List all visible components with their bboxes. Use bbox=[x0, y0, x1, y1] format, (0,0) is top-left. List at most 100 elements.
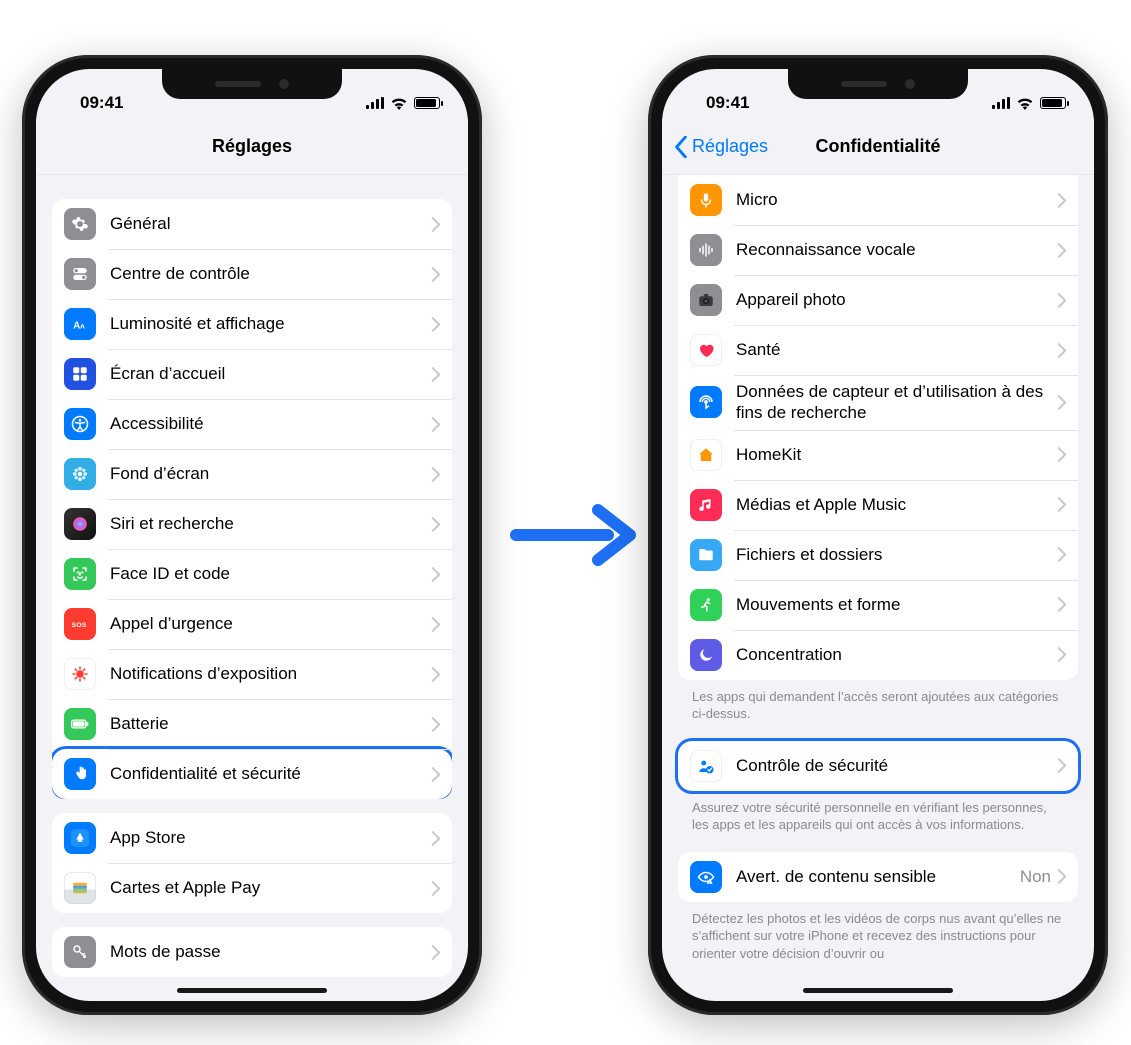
row-focus[interactable]: Concentration bbox=[678, 630, 1078, 680]
row-general[interactable]: Général bbox=[52, 199, 452, 249]
svg-text:!: ! bbox=[709, 880, 710, 884]
appstore-icon bbox=[64, 822, 96, 854]
row-label: Écran d’accueil bbox=[110, 363, 431, 384]
chevron-right-icon bbox=[431, 267, 440, 282]
row-label: Avert. de contenu sensible bbox=[736, 866, 1020, 887]
chevron-right-icon bbox=[1057, 293, 1066, 308]
chevron-right-icon bbox=[431, 567, 440, 582]
row-label: Appareil photo bbox=[736, 289, 1057, 310]
camera-icon bbox=[690, 284, 722, 316]
chevron-right-icon bbox=[1057, 547, 1066, 562]
row-music[interactable]: Médias et Apple Music bbox=[678, 480, 1078, 530]
row-label: Centre de contrôle bbox=[110, 263, 431, 284]
row-home-screen[interactable]: Écran d’accueil bbox=[52, 349, 452, 399]
row-label: Fichiers et dossiers bbox=[736, 544, 1057, 565]
navbar: Réglages Confidentialité bbox=[662, 119, 1094, 175]
row-accessibility[interactable]: Accessibilité bbox=[52, 399, 452, 449]
row-health[interactable]: Santé bbox=[678, 325, 1078, 375]
row-label: HomeKit bbox=[736, 444, 1057, 465]
row-passwords[interactable]: Mots de passe bbox=[52, 927, 452, 977]
row-battery[interactable]: Batterie bbox=[52, 699, 452, 749]
chevron-right-icon bbox=[1057, 758, 1066, 773]
row-sensitive[interactable]: !Avert. de contenu sensibleNon bbox=[678, 852, 1078, 902]
group-footer: Détectez les photos et les vidéos de cor… bbox=[678, 902, 1078, 967]
row-siri[interactable]: Siri et recherche bbox=[52, 499, 452, 549]
moon-icon bbox=[690, 639, 722, 671]
wallet-icon bbox=[64, 872, 96, 904]
row-label: Micro bbox=[736, 189, 1057, 210]
chevron-right-icon bbox=[431, 831, 440, 846]
settings-group: Mots de passe bbox=[52, 927, 452, 977]
row-label: Batterie bbox=[110, 713, 431, 734]
chevron-right-icon bbox=[431, 767, 440, 782]
back-button[interactable]: Réglages bbox=[674, 119, 768, 174]
wifi-icon bbox=[1016, 97, 1034, 110]
row-research[interactable]: Données de capteur et d’utilisation à de… bbox=[678, 375, 1078, 430]
settings-group: App Store Cartes et Apple Pay bbox=[52, 813, 452, 913]
settings-group: Contrôle de sécurité bbox=[678, 741, 1078, 791]
music-icon bbox=[690, 489, 722, 521]
chevron-right-icon bbox=[431, 881, 440, 896]
row-label: Cartes et Apple Pay bbox=[110, 877, 431, 898]
home-icon bbox=[690, 439, 722, 471]
row-label: Face ID et code bbox=[110, 563, 431, 584]
chevron-right-icon bbox=[431, 617, 440, 632]
row-wallet[interactable]: Cartes et Apple Pay bbox=[52, 863, 452, 913]
mic-icon bbox=[690, 184, 722, 216]
status-time: 09:41 bbox=[706, 93, 749, 113]
row-sos[interactable]: SOSAppel d’urgence bbox=[52, 599, 452, 649]
settings-group: GénéralCentre de contrôleAALuminosité et… bbox=[52, 199, 452, 799]
chevron-right-icon bbox=[1057, 869, 1066, 884]
chevron-right-icon bbox=[431, 217, 440, 232]
flower-icon bbox=[64, 458, 96, 490]
row-wallpaper[interactable]: Fond d’écran bbox=[52, 449, 452, 499]
row-exposure[interactable]: Notifications d’exposition bbox=[52, 649, 452, 699]
home-indicator bbox=[177, 988, 327, 993]
accessibility-icon bbox=[64, 408, 96, 440]
group-footer: Assurez votre sécurité personnelle en vé… bbox=[678, 791, 1078, 838]
row-faceid[interactable]: Face ID et code bbox=[52, 549, 452, 599]
row-motion[interactable]: Mouvements et forme bbox=[678, 580, 1078, 630]
row-mic[interactable]: Micro bbox=[678, 175, 1078, 225]
row-label: Médias et Apple Music bbox=[736, 494, 1057, 515]
row-display[interactable]: AALuminosité et affichage bbox=[52, 299, 452, 349]
chevron-right-icon bbox=[1057, 395, 1066, 410]
row-appstore[interactable]: App Store bbox=[52, 813, 452, 863]
heart-icon bbox=[690, 334, 722, 366]
row-camera[interactable]: Appareil photo bbox=[678, 275, 1078, 325]
row-label: App Store bbox=[110, 827, 431, 848]
battery-icon bbox=[1040, 97, 1066, 109]
row-label: Luminosité et affichage bbox=[110, 313, 431, 334]
row-label: Confidentialité et sécurité bbox=[110, 763, 431, 784]
notch bbox=[788, 69, 968, 99]
row-homekit[interactable]: HomeKit bbox=[678, 430, 1078, 480]
row-privacy[interactable]: Confidentialité et sécurité bbox=[52, 749, 452, 799]
chevron-right-icon bbox=[431, 717, 440, 732]
battery-icon bbox=[414, 97, 440, 109]
row-label: Santé bbox=[736, 339, 1057, 360]
chevron-left-icon bbox=[674, 136, 688, 158]
siri-icon bbox=[64, 508, 96, 540]
page-title: Confidentialité bbox=[816, 136, 941, 157]
key-icon bbox=[64, 936, 96, 968]
chevron-right-icon bbox=[431, 367, 440, 382]
chevron-right-icon bbox=[1057, 597, 1066, 612]
row-label: Siri et recherche bbox=[110, 513, 431, 534]
chevron-right-icon bbox=[1057, 447, 1066, 462]
row-control-center[interactable]: Centre de contrôle bbox=[52, 249, 452, 299]
folder-icon bbox=[690, 539, 722, 571]
wifi-icon bbox=[390, 97, 408, 110]
row-label: Mouvements et forme bbox=[736, 594, 1057, 615]
row-label: Concentration bbox=[736, 644, 1057, 665]
row-safety-check[interactable]: Contrôle de sécurité bbox=[678, 741, 1078, 791]
page-title: Réglages bbox=[212, 136, 292, 157]
row-speech[interactable]: Reconnaissance vocale bbox=[678, 225, 1078, 275]
grid-icon bbox=[64, 358, 96, 390]
sos-icon: SOS bbox=[64, 608, 96, 640]
wave-icon bbox=[690, 234, 722, 266]
row-label: Reconnaissance vocale bbox=[736, 239, 1057, 260]
faceid-icon bbox=[64, 558, 96, 590]
row-files[interactable]: Fichiers et dossiers bbox=[678, 530, 1078, 580]
svg-text:A: A bbox=[73, 321, 80, 332]
cellular-icon bbox=[366, 97, 384, 109]
